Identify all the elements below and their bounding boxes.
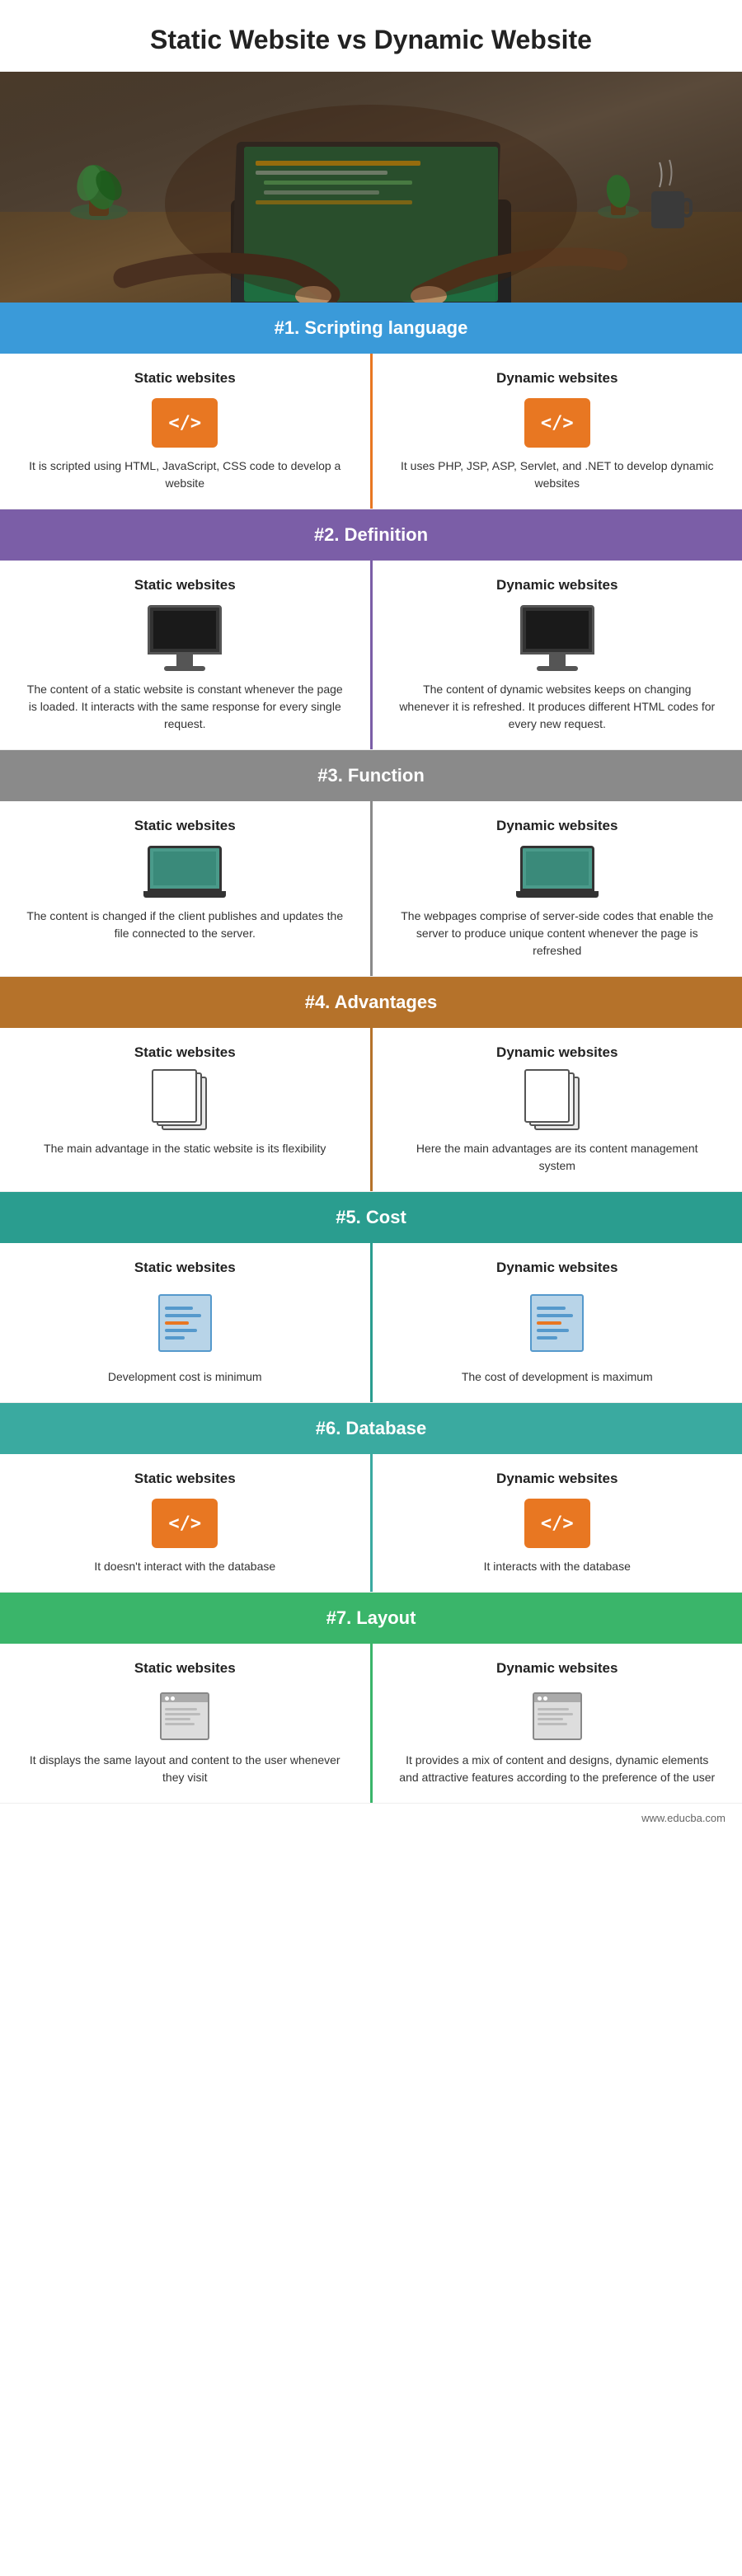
code-icon: </> <box>152 1499 218 1548</box>
comparison-row-scripting: Static websites </> It is scripted using… <box>0 354 742 509</box>
right-cell-scripting: Dynamic websites </> It uses PHP, JSP, A… <box>373 354 742 509</box>
comparison-row-cost: Static websites Development cost is mini… <box>0 1243 742 1403</box>
left-title-database: Static websites <box>25 1471 345 1487</box>
section-definition: #2. Definition Static websites The conte… <box>0 509 742 750</box>
laptop-icon <box>516 846 599 898</box>
right-title-definition: Dynamic websites <box>397 577 718 594</box>
left-icon-container-layout <box>25 1688 345 1742</box>
comparison-row-database: Static websites </> It doesn't interact … <box>0 1454 742 1593</box>
right-desc-advantages: Here the main advantages are its content… <box>397 1140 718 1175</box>
cost-icon <box>158 1294 212 1352</box>
right-icon-container-function <box>397 846 718 898</box>
section-advantages: #4. Advantages Static websites The main … <box>0 977 742 1192</box>
right-title-layout: Dynamic websites <box>397 1660 718 1677</box>
section-header-cost: #5. Cost <box>0 1192 742 1243</box>
left-desc-advantages: The main advantage in the static website… <box>25 1140 345 1157</box>
right-desc-database: It interacts with the database <box>397 1558 718 1575</box>
right-title-function: Dynamic websites <box>397 818 718 834</box>
right-desc-function: The webpages comprise of server-side cod… <box>397 908 718 960</box>
left-title-scripting: Static websites <box>25 370 345 387</box>
left-cell-cost: Static websites Development cost is mini… <box>0 1243 373 1402</box>
section-cost: #5. Cost Static websites Development cos… <box>0 1192 742 1403</box>
right-cell-advantages: Dynamic websites Here the main advantage… <box>373 1028 742 1191</box>
comparison-row-advantages: Static websites The main advantage in th… <box>0 1028 742 1192</box>
left-cell-definition: Static websites The content of a static … <box>0 561 373 749</box>
section-header-function: #3. Function <box>0 750 742 801</box>
left-cell-advantages: Static websites The main advantage in th… <box>0 1028 373 1191</box>
cost-icon <box>530 1294 584 1352</box>
left-desc-function: The content is changed if the client pub… <box>25 908 345 942</box>
files-icon <box>152 1072 218 1130</box>
layout-icon <box>152 1688 218 1742</box>
monitor-icon <box>520 605 594 671</box>
section-header-database: #6. Database <box>0 1403 742 1454</box>
right-icon-container-database: </> <box>397 1499 718 1548</box>
right-title-cost: Dynamic websites <box>397 1260 718 1276</box>
right-cell-database: Dynamic websites </> It interacts with t… <box>373 1454 742 1592</box>
section-header-layout: #7. Layout <box>0 1593 742 1644</box>
right-icon-container-cost <box>397 1288 718 1358</box>
right-title-advantages: Dynamic websites <box>397 1044 718 1061</box>
right-cell-layout: Dynamic websites <box>373 1644 742 1803</box>
watermark: www.educba.com <box>0 1804 742 1832</box>
right-desc-cost: The cost of development is maximum <box>397 1368 718 1386</box>
left-icon-container-definition <box>25 605 345 671</box>
left-desc-scripting: It is scripted using HTML, JavaScript, C… <box>25 457 345 492</box>
section-function: #3. Function Static websites The content… <box>0 750 742 977</box>
left-desc-database: It doesn't interact with the database <box>25 1558 345 1575</box>
right-icon-container-advantages <box>397 1072 718 1130</box>
left-title-function: Static websites <box>25 818 345 834</box>
comparison-row-layout: Static websites <box>0 1644 742 1804</box>
section-header-scripting: #1. Scripting language <box>0 303 742 354</box>
left-icon-container-advantages <box>25 1072 345 1130</box>
left-cell-function: Static websites The content is changed i… <box>0 801 373 976</box>
page-title: Static Website vs Dynamic Website <box>0 0 742 72</box>
section-header-advantages: #4. Advantages <box>0 977 742 1028</box>
laptop-icon <box>143 846 226 898</box>
left-cell-database: Static websites </> It doesn't interact … <box>0 1454 373 1592</box>
comparison-row-definition: Static websites The content of a static … <box>0 561 742 750</box>
code-icon: </> <box>524 398 590 448</box>
sections-container: #1. Scripting language Static websites <… <box>0 303 742 1804</box>
code-icon: </> <box>524 1499 590 1548</box>
right-title-scripting: Dynamic websites <box>397 370 718 387</box>
right-desc-definition: The content of dynamic websites keeps on… <box>397 681 718 733</box>
right-title-database: Dynamic websites <box>397 1471 718 1487</box>
right-cell-definition: Dynamic websites The content of dynamic … <box>373 561 742 749</box>
left-icon-container-database: </> <box>25 1499 345 1548</box>
right-icon-container-definition <box>397 605 718 671</box>
section-scripting: #1. Scripting language Static websites <… <box>0 303 742 509</box>
files-icon <box>524 1072 590 1130</box>
left-desc-cost: Development cost is minimum <box>25 1368 345 1386</box>
right-cell-function: Dynamic websites The webpages comprise o… <box>373 801 742 976</box>
right-desc-scripting: It uses PHP, JSP, ASP, Servlet, and .NET… <box>397 457 718 492</box>
section-layout: #7. Layout Static websites <box>0 1593 742 1804</box>
layout-icon <box>524 1688 590 1742</box>
left-desc-layout: It displays the same layout and content … <box>25 1752 345 1786</box>
left-icon-container-cost <box>25 1288 345 1358</box>
code-icon: </> <box>152 398 218 448</box>
right-icon-container-layout <box>397 1688 718 1742</box>
left-icon-container-function <box>25 846 345 898</box>
left-title-definition: Static websites <box>25 577 345 594</box>
monitor-icon <box>148 605 222 671</box>
left-title-advantages: Static websites <box>25 1044 345 1061</box>
section-database: #6. Database Static websites </> It does… <box>0 1403 742 1593</box>
left-title-layout: Static websites <box>25 1660 345 1677</box>
left-desc-definition: The content of a static website is const… <box>25 681 345 733</box>
right-cell-cost: Dynamic websites The cost of development… <box>373 1243 742 1402</box>
section-header-definition: #2. Definition <box>0 509 742 561</box>
left-cell-layout: Static websites <box>0 1644 373 1803</box>
left-cell-scripting: Static websites </> It is scripted using… <box>0 354 373 509</box>
right-desc-layout: It provides a mix of content and designs… <box>397 1752 718 1786</box>
left-title-cost: Static websites <box>25 1260 345 1276</box>
right-icon-container-scripting: </> <box>397 398 718 448</box>
hero-image <box>0 72 742 303</box>
left-icon-container-scripting: </> <box>25 398 345 448</box>
comparison-row-function: Static websites The content is changed i… <box>0 801 742 977</box>
